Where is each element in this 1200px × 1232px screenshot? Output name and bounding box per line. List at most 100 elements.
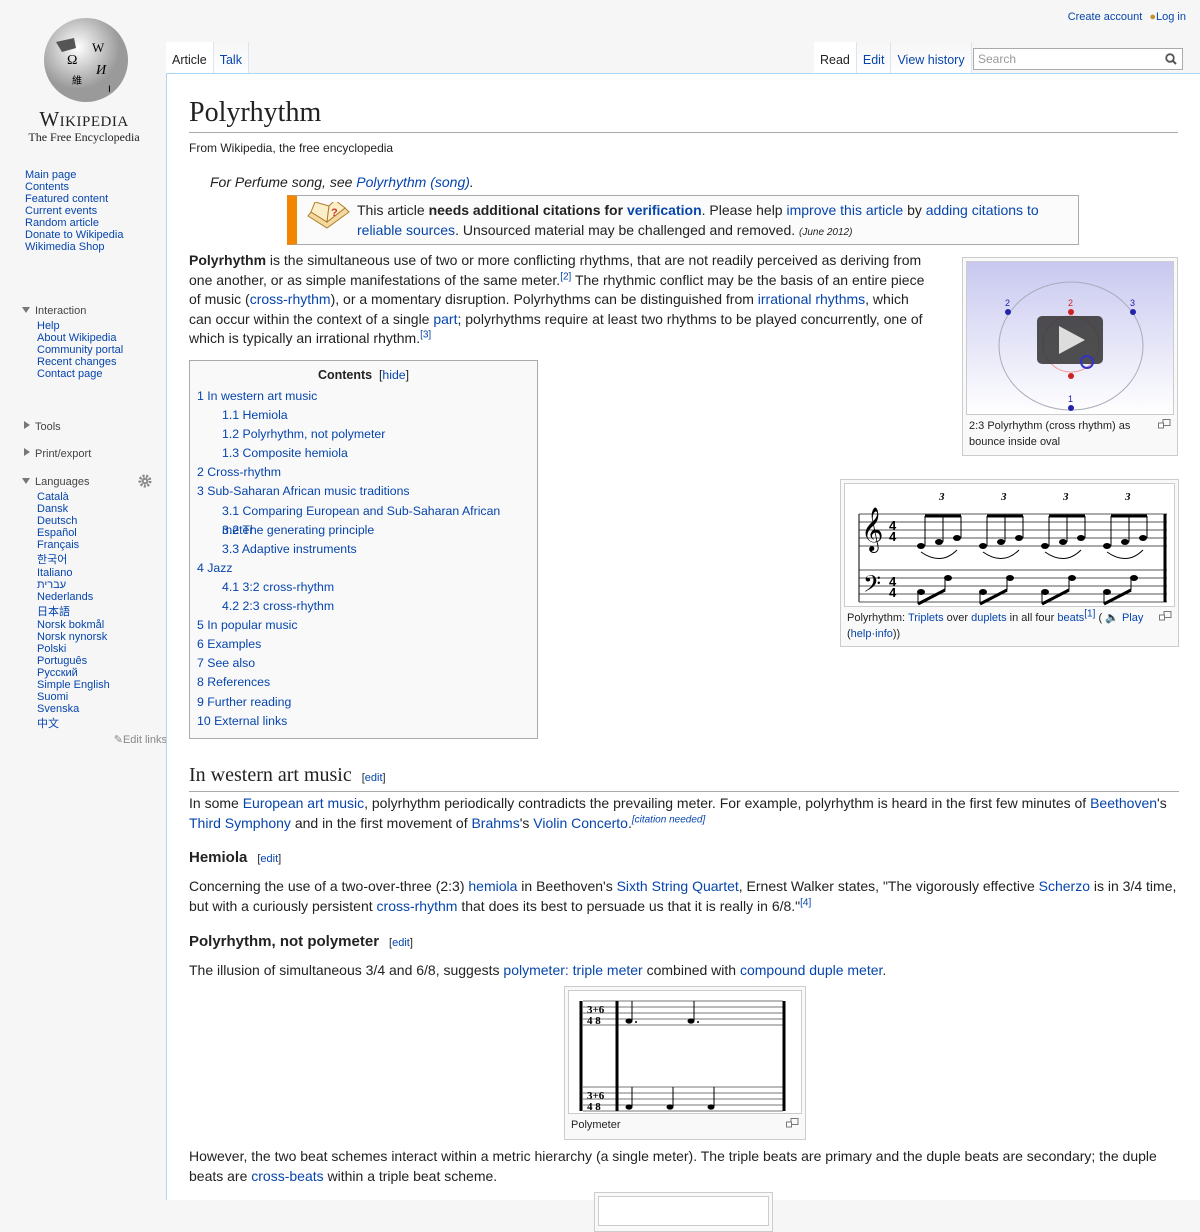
language-link[interactable]: 中文: [37, 715, 152, 731]
language-link[interactable]: Norsk nynorsk: [37, 631, 152, 643]
toc-item[interactable]: 1.1 Hemiola: [197, 406, 530, 425]
search-input[interactable]: Search: [973, 48, 1183, 70]
inline-link[interactable]: Beethoven: [1090, 795, 1157, 811]
inline-link[interactable]: cross-beats: [251, 1168, 323, 1184]
language-link[interactable]: Polski: [37, 643, 152, 655]
toc-item[interactable]: 4.1 3:2 cross-rhythm: [197, 578, 530, 597]
tab-read[interactable]: Read: [814, 42, 857, 74]
toc-item[interactable]: 6 Examples: [197, 635, 530, 654]
inline-link[interactable]: verification: [627, 202, 702, 218]
sidebar-item[interactable]: Help: [37, 320, 123, 332]
toc-item[interactable]: 9 Further reading: [197, 693, 530, 712]
toc-number[interactable]: 4.2: [222, 599, 239, 613]
toc-text[interactable]: In popular music: [207, 618, 297, 632]
language-link[interactable]: Nederlands: [37, 591, 152, 603]
language-link[interactable]: Italiano: [37, 567, 152, 579]
toc-text[interactable]: Examples: [207, 637, 261, 651]
inline-link[interactable]: hemiola: [468, 878, 517, 894]
language-link[interactable]: Español: [37, 527, 152, 539]
inline-link[interactable]: European art music: [243, 795, 364, 811]
print-export-heading[interactable]: Print/export: [22, 445, 91, 463]
sidebar-item[interactable]: Featured content: [25, 193, 123, 205]
toc-number[interactable]: 1.1: [222, 408, 239, 422]
toc-text[interactable]: 3:2 cross-rhythm: [243, 580, 335, 594]
interaction-heading[interactable]: Interaction: [22, 302, 123, 320]
sidebar-item[interactable]: Recent changes: [37, 356, 123, 368]
sidebar-item[interactable]: Contents: [25, 181, 123, 193]
edit-section-link[interactable]: edit: [260, 853, 278, 865]
inline-link[interactable]: Sixth String Quartet: [617, 878, 739, 894]
toc-item[interactable]: 3.3 Adaptive instruments: [197, 540, 530, 559]
toc-number[interactable]: 8: [197, 675, 204, 689]
toc-number[interactable]: 4.1: [222, 580, 239, 594]
inline-link[interactable]: Triplets: [908, 612, 944, 624]
toc-item[interactable]: 3 Sub-Saharan African music traditions: [197, 482, 530, 501]
enlarge-icon[interactable]: [1159, 611, 1172, 621]
oval-animation-video[interactable]: 2 2 3 1: [966, 261, 1174, 415]
toc-text[interactable]: External links: [214, 714, 287, 728]
inline-link[interactable]: Third Symphony: [189, 815, 291, 831]
language-link[interactable]: Norsk bokmål: [37, 619, 152, 631]
tools-heading[interactable]: Tools: [22, 418, 61, 436]
toc-item[interactable]: 5 In popular music: [197, 616, 530, 635]
toc-text[interactable]: Jazz: [207, 561, 232, 575]
language-link[interactable]: Svenska: [37, 703, 152, 715]
toc-number[interactable]: 1: [197, 389, 204, 403]
inline-link[interactable]: improve this article: [786, 202, 903, 218]
toc-text[interactable]: References: [207, 675, 270, 689]
inline-link[interactable]: compound duple meter: [740, 962, 882, 978]
inline-link[interactable]: cross-rhythm: [377, 898, 458, 914]
toc-text[interactable]: In western art music: [207, 389, 317, 403]
toc-text[interactable]: Cross-rhythm: [207, 465, 281, 479]
language-link[interactable]: Dansk: [37, 503, 152, 515]
enlarge-icon[interactable]: [1158, 419, 1171, 429]
score-image[interactable]: 𝄞 𝄢 3 3 3 3 4 4 4 4: [844, 483, 1175, 607]
sidebar-item[interactable]: Community portal: [37, 344, 123, 356]
edit-section-link[interactable]: edit: [392, 937, 410, 949]
toc-text[interactable]: Further reading: [207, 695, 291, 709]
language-link[interactable]: Русский: [37, 667, 152, 679]
toc-text[interactable]: Hemiola: [243, 408, 288, 422]
tab-talk[interactable]: Talk: [213, 42, 249, 74]
toc-number[interactable]: 1.2: [222, 427, 239, 441]
edit-section-link[interactable]: edit: [365, 772, 383, 784]
toc-item[interactable]: 3.1 Comparing European and Sub-Saharan A…: [197, 502, 530, 537]
inline-link[interactable]: Play: [1122, 612, 1143, 624]
inline-link[interactable]: irrational rhythms: [758, 291, 865, 307]
toc-text[interactable]: Polyrhythm, not polymeter: [243, 427, 386, 441]
sidebar-item[interactable]: Donate to Wikipedia: [25, 229, 123, 241]
toc-item[interactable]: 7 See also: [197, 654, 530, 673]
language-link[interactable]: 日本語: [37, 603, 152, 619]
toc-item[interactable]: 1 In western art music: [197, 387, 530, 406]
language-link[interactable]: Simple English: [37, 679, 152, 691]
toc-text[interactable]: 2:3 cross-rhythm: [243, 599, 335, 613]
inline-link[interactable]: cross-rhythm: [250, 291, 331, 307]
search-icon[interactable]: [1165, 53, 1177, 65]
inline-link[interactable]: part: [433, 311, 457, 327]
wikipedia-logo[interactable]: Ω W И 維 ו Wikipedia The Free Encyclopedi…: [24, 12, 144, 147]
inline-link[interactable]: beats: [1057, 612, 1084, 624]
toc-number[interactable]: 3.2: [222, 523, 239, 537]
tab-article[interactable]: Article: [166, 42, 214, 74]
toc-item[interactable]: 2 Cross-rhythm: [197, 463, 530, 482]
enlarge-icon[interactable]: [786, 1118, 799, 1128]
inline-link[interactable]: info: [875, 628, 893, 640]
language-link[interactable]: עברית: [37, 579, 152, 591]
language-link[interactable]: Français: [37, 539, 152, 551]
tab-edit[interactable]: Edit: [856, 42, 892, 74]
inline-link[interactable]: [1]: [1084, 608, 1095, 619]
inline-link[interactable]: [citation needed]: [632, 814, 705, 825]
sidebar-item[interactable]: About Wikipedia: [37, 332, 123, 344]
language-link[interactable]: 한국어: [37, 551, 152, 567]
toc-number[interactable]: 7: [197, 656, 204, 670]
toc-number[interactable]: 9: [197, 695, 204, 709]
toc-text[interactable]: Composite hemiola: [243, 446, 348, 460]
toc-number[interactable]: 3.1: [222, 504, 239, 518]
language-link[interactable]: Català: [37, 491, 152, 503]
toc-number[interactable]: 1.3: [222, 446, 239, 460]
inline-link[interactable]: Scherzo: [1039, 878, 1090, 894]
toc-item[interactable]: 8 References: [197, 673, 530, 692]
toc-item[interactable]: 4.2 2:3 cross-rhythm: [197, 597, 530, 616]
edit-links[interactable]: ✎Edit links: [22, 733, 167, 746]
toc-text[interactable]: Adaptive instruments: [242, 542, 357, 556]
